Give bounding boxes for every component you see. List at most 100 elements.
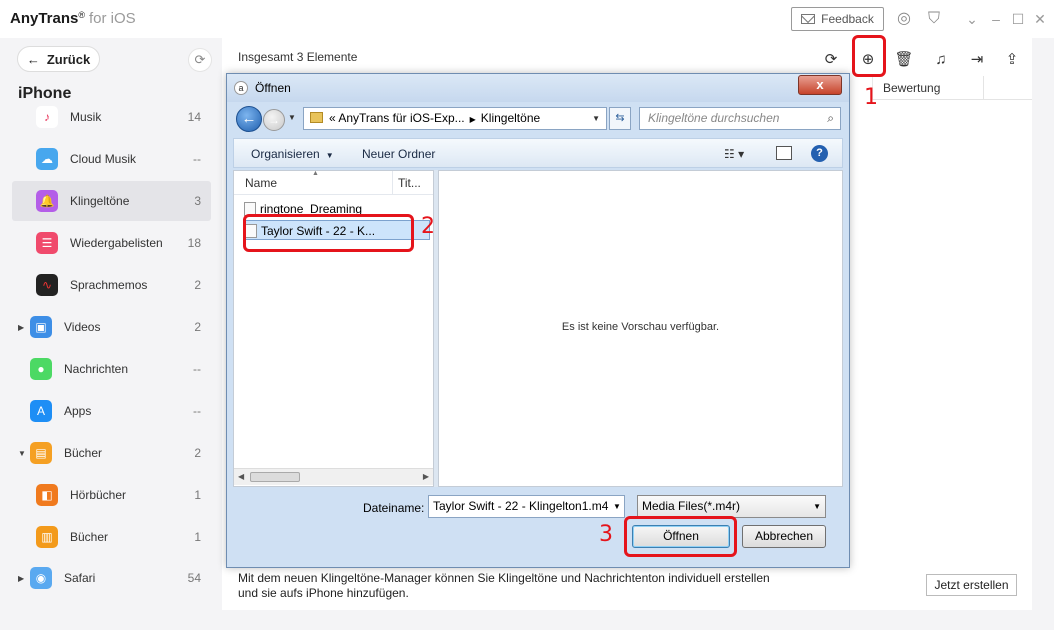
sidebar-item-musik[interactable]: ♪ Musik 14 [12,97,211,137]
sidebar-item-klingeltoene[interactable]: 🔔 Klingeltöne 3 [12,181,211,221]
address-bar[interactable]: « AnyTrans für iOS-Exp... ▶ Klingeltöne ▼ [303,107,607,130]
to-itunes-icon[interactable]: ♫ [928,47,954,73]
export-to-pc-icon[interactable]: ⇥ [964,47,990,73]
preview-pane-toggle-icon[interactable] [776,146,792,160]
collapse-arrow-icon[interactable]: ▼ [18,449,26,458]
chevron-down-icon: ▼ [325,151,334,160]
path-current[interactable]: Klingeltöne [481,111,540,125]
sidebar-item-apps[interactable]: A Apps -- [12,391,211,431]
refresh-icon[interactable]: ⟳ [818,47,844,73]
books-group-icon: ▤ [30,442,52,464]
export-to-device-icon[interactable]: ⇪ [999,47,1025,73]
sidebar-item-label: Nachrichten [64,362,129,376]
sidebar-item-nachrichten[interactable]: ● Nachrichten -- [12,349,211,389]
arrow-left-icon: ← [26,51,40,67]
filename-value: Taylor Swift - 22 - Klingelton1.m4 [433,499,609,513]
address-dropdown-icon[interactable]: ▼ [592,108,600,129]
folder-icon [310,112,323,123]
dialog-title: Öffnen [255,81,291,95]
breadcrumb-arrow-icon: ▶ [469,115,476,124]
filename-label: Dateiname: [363,501,425,515]
sidebar-item-buecher[interactable]: ▥ Bücher 1 [12,517,211,557]
refresh-device-icon[interactable]: ⟳ [188,48,212,72]
feedback-button[interactable]: Feedback [791,7,884,31]
chevron-down-icon: ▼ [813,502,821,511]
help-icon[interactable]: ? [811,145,828,162]
dialog-navigation-row: ← → ▼ « AnyTrans für iOS-Exp... ▶ Klingelt… [233,105,843,133]
path-folder[interactable]: AnyTrans für iOS-Exp... [338,111,464,125]
expand-arrow-icon[interactable]: ▶ [18,574,24,583]
registered-mark: ® [78,10,85,20]
sidebar-item-cloud-musik[interactable]: ☁ Cloud Musik -- [12,139,211,179]
file-list-header: ▲ Name Tit... [234,170,433,195]
sidebar-item-count: 54 [187,571,201,585]
cancel-button[interactable]: Abbrechen [742,525,826,548]
close-icon[interactable]: ✕ [1032,10,1048,28]
expand-arrow-icon[interactable]: ▶ [18,323,24,332]
sidebar-item-label: Musik [70,110,102,124]
search-icon[interactable]: ⌕ [827,108,834,129]
sidebar: ← Zurück ⟳ iPhone ♪ Musik 14 ☁ Cloud Mus… [0,38,222,630]
book-icon: ▥ [36,526,58,548]
callout-number-1: 1 [864,85,878,110]
maximize-icon[interactable]: ☐ [1010,10,1026,28]
horizontal-scrollbar[interactable]: ◀ ▶ [234,468,433,485]
playlist-icon: ☰ [36,232,58,254]
sidebar-item-count: 2 [194,278,201,292]
dialog-search-input[interactable]: Klingeltöne durchsuchen ⌕ [639,107,841,130]
filename-dropdown-icon[interactable]: ▼ [610,496,624,517]
search-placeholder: Klingeltöne durchsuchen [648,111,780,125]
sidebar-item-sprachmemos[interactable]: ∿ Sprachmemos 2 [12,265,211,305]
address-refresh-icon[interactable]: ⇆ [609,107,631,130]
nav-back-icon[interactable]: ← [236,106,262,132]
callout-box-open [624,516,737,557]
app-title: AnyTrans® for iOS [10,10,136,27]
column-header-rating[interactable]: Bewertung [872,76,1032,100]
create-now-button[interactable]: Jetzt erstellen [926,574,1017,596]
sidebar-item-label: Klingeltöne [70,194,130,208]
nav-history-dropdown-icon[interactable]: ▼ [288,113,296,122]
no-preview-message: Es ist keine Vorschau verfügbar. [561,321,720,333]
scrollbar-thumb[interactable] [250,472,300,482]
dialog-close-button[interactable]: x [798,75,842,95]
scroll-right-icon[interactable]: ▶ [423,472,429,481]
envelope-icon [801,14,816,24]
delete-trash-icon[interactable]: 🗑 [891,47,917,73]
column-title[interactable]: Tit... [398,176,421,190]
app-name: AnyTrans [10,10,79,27]
minimize-icon[interactable]: – [988,10,1004,28]
support-icon[interactable]: ◎ [894,9,914,29]
sidebar-item-buecher-group[interactable]: ▼ ▤ Bücher 2 [12,433,211,473]
scroll-left-icon[interactable]: ◀ [238,472,244,481]
sidebar-item-hoerbuecher[interactable]: ◧ Hörbücher 1 [12,475,211,515]
title-bar: AnyTrans® for iOS Feedback ◎ ⛉ ⌄ – ☐ ✕ [0,0,1054,38]
sidebar-item-label: Apps [64,404,92,418]
sidebar-item-label: Sprachmemos [70,278,148,292]
sidebar-item-wiedergabelisten[interactable]: ☰ Wiedergabelisten 18 [12,223,211,263]
view-options-icon[interactable]: ☷ ▾ [724,147,744,161]
music-note-icon: ♪ [36,106,58,128]
organize-button[interactable]: Organisieren ▼ [251,147,334,161]
skin-shirt-icon[interactable]: ⛉ [924,9,944,29]
sidebar-item-count: 1 [194,488,201,502]
rating-header-label: Bewertung [883,81,941,95]
hint-line-1: Mit dem neuen Klingeltöne-Manager können… [238,571,770,585]
sidebar-item-count: -- [193,152,201,166]
nav-forward-icon[interactable]: → [263,109,285,131]
sidebar-item-videos[interactable]: ▶ ▣ Videos 2 [12,307,211,347]
back-button[interactable]: ← Zurück [17,46,100,72]
new-folder-button[interactable]: Neuer Ordner [362,147,435,161]
filename-input[interactable]: Taylor Swift - 22 - Klingelton1.m4 ▼ [428,495,625,518]
sidebar-item-count: -- [193,404,201,418]
sidebar-item-safari[interactable]: ▶ ◉ Safari 54 [12,558,211,598]
back-label: Zurück [46,51,91,67]
dialog-title-bar: a Öffnen x [227,74,849,102]
column-name[interactable]: Name [245,176,277,190]
column-divider[interactable] [392,171,393,195]
app-store-icon: A [30,400,52,422]
sidebar-item-label: Wiedergabelisten [70,236,163,250]
menu-chevron-icon[interactable]: ⌄ [964,10,980,28]
hint-line-2: und sie aufs iPhone hinzufügen. [238,586,409,600]
sidebar-item-count: 18 [187,236,201,250]
file-type-select[interactable]: Media Files(*.m4r) ▼ [637,495,826,518]
